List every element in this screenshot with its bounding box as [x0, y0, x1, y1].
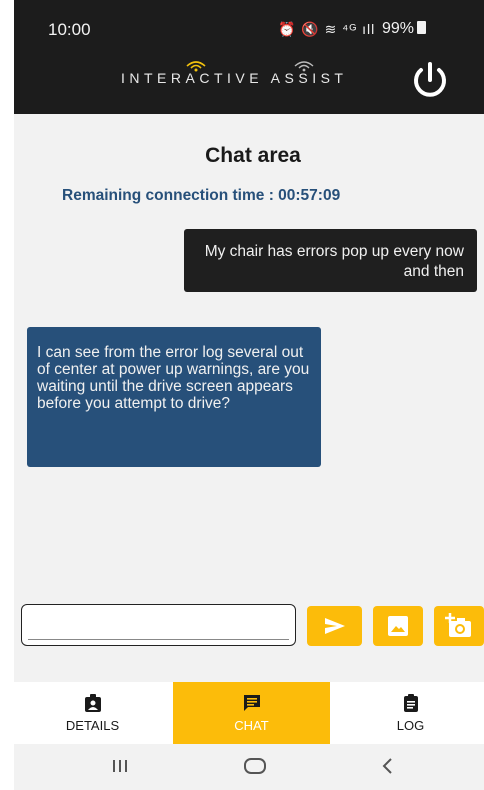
- wifi-logo-icon: [185, 60, 207, 75]
- add-photo-button[interactable]: [434, 606, 484, 646]
- message-input[interactable]: [28, 613, 289, 640]
- nav-chat-label: CHAT: [234, 718, 269, 733]
- wifi-logo-icon-2: [293, 60, 315, 75]
- status-time: 10:00: [48, 20, 91, 39]
- remaining-connection-time: Remaining connection time : 00:57:09: [62, 187, 341, 204]
- back-icon: [382, 758, 392, 774]
- status-bar: 10:00 ⏰ 🔇 ≋ ⁴ᴳ ıll 99%: [14, 0, 484, 58]
- add-photo-icon: [445, 613, 471, 637]
- app-bar: INTERACTIVE ASSIST: [14, 58, 484, 114]
- attach-image-button[interactable]: [373, 606, 423, 646]
- page-title: Chat area: [205, 144, 301, 167]
- home-icon: [244, 758, 266, 774]
- brand-logo: INTERACTIVE ASSIST: [121, 61, 347, 86]
- chat-area: Chat area Remaining connection time : 00…: [14, 114, 484, 682]
- battery-icon: [417, 21, 427, 34]
- message-user: My chair has errors pop up every now and…: [184, 229, 477, 292]
- power-icon: [414, 62, 446, 97]
- back-button[interactable]: [380, 756, 396, 781]
- nav-log[interactable]: LOG: [332, 682, 484, 744]
- chat-icon: [243, 695, 260, 711]
- status-icons: ⏰ 🔇 ≋ ⁴ᴳ ıll: [278, 21, 376, 37]
- image-icon: [388, 616, 408, 636]
- system-nav-bar: [14, 744, 484, 790]
- recents-button[interactable]: [110, 756, 130, 781]
- home-button[interactable]: [243, 756, 267, 781]
- message-agent: I can see from the error log several out…: [27, 327, 321, 467]
- nav-log-label: LOG: [396, 718, 425, 733]
- power-button[interactable]: [410, 60, 450, 100]
- bottom-nav: DETAILS CHAT LOG: [14, 682, 484, 744]
- nav-chat[interactable]: CHAT: [173, 682, 330, 744]
- nav-details-label: DETAILS: [65, 718, 120, 733]
- battery-percent: 99%: [382, 20, 415, 37]
- recents-icon: [113, 760, 127, 772]
- send-button[interactable]: [307, 606, 362, 646]
- clipboard-icon: [403, 694, 418, 712]
- message-input-box[interactable]: [21, 604, 296, 646]
- nav-details[interactable]: DETAILS: [14, 682, 171, 744]
- send-icon: [324, 618, 345, 634]
- badge-icon: [84, 694, 101, 712]
- battery-indicator: 99%: [382, 20, 427, 38]
